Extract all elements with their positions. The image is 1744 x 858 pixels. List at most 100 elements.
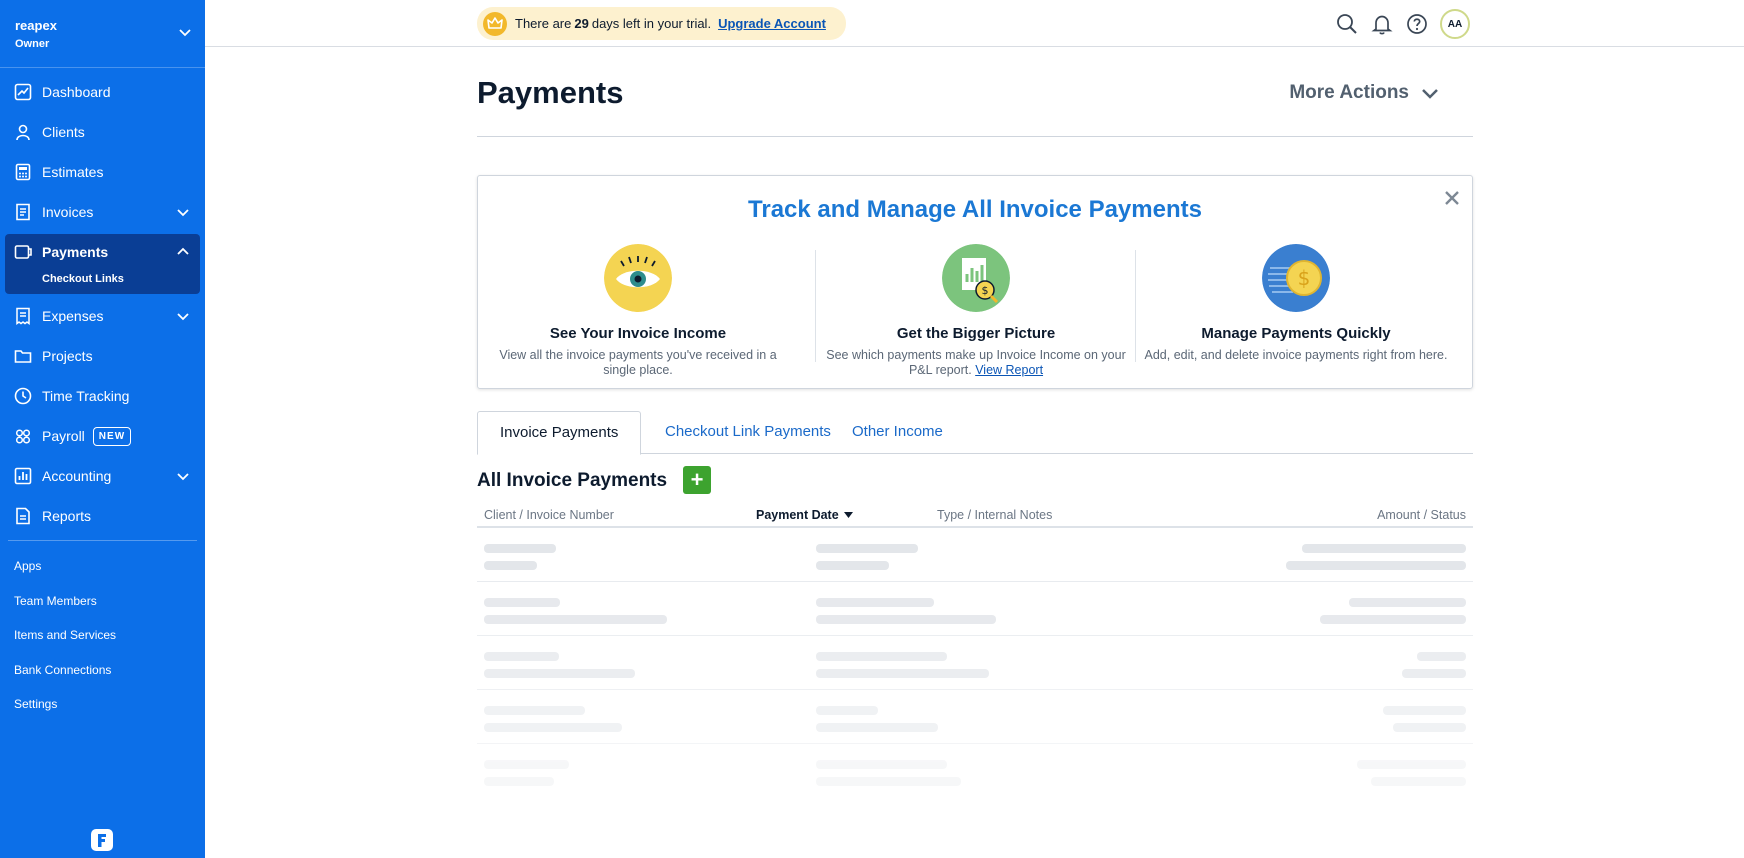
- section-header: All Invoice Payments +: [477, 454, 1473, 506]
- sidebar-item-time-tracking[interactable]: Time Tracking: [0, 376, 205, 416]
- trial-text-prefix: There are: [515, 16, 572, 31]
- payment-tabs: Invoice Payments Checkout Link Payments …: [477, 411, 1473, 455]
- sidebar-item-apps[interactable]: Apps: [0, 549, 205, 584]
- add-payment-button[interactable]: +: [683, 466, 711, 494]
- sidebar-divider: [8, 540, 197, 541]
- feature-title: Manage Payments Quickly: [1201, 325, 1391, 342]
- skeleton-placeholder: [1302, 544, 1466, 553]
- view-report-link[interactable]: View Report: [975, 363, 1043, 377]
- skeleton-placeholder: [816, 652, 947, 661]
- skeleton-placeholder: [816, 669, 989, 678]
- promo-card: Track and Manage All Invoice Payments Se…: [477, 175, 1473, 389]
- skeleton-placeholder: [816, 561, 889, 570]
- column-amount-status[interactable]: Amount / Status: [1377, 508, 1466, 522]
- skeleton-placeholder: [484, 598, 560, 607]
- skeleton-placeholder: [1393, 723, 1466, 732]
- sidebar-item-projects[interactable]: Projects: [0, 336, 205, 376]
- upgrade-account-link[interactable]: Upgrade Account: [718, 16, 826, 31]
- skeleton-placeholder: [816, 598, 934, 607]
- table-row: [477, 582, 1473, 636]
- sidebar-item-accounting[interactable]: Accounting: [0, 456, 205, 496]
- sidebar-item-payroll[interactable]: Payroll NEW: [0, 416, 205, 456]
- skeleton-placeholder: [484, 723, 622, 732]
- help-icon[interactable]: [1406, 13, 1428, 35]
- clock-icon: [14, 387, 32, 405]
- search-icon[interactable]: [1336, 13, 1358, 35]
- skeleton-placeholder: [484, 561, 537, 570]
- skeleton-placeholder: [816, 777, 961, 786]
- report-icon: [14, 507, 32, 525]
- sidebar-item-label: Estimates: [42, 164, 104, 180]
- feature-description: See which payments make up Invoice Incom…: [826, 348, 1126, 377]
- sidebar-item-label: Payroll: [42, 428, 85, 444]
- sidebar-item-invoices[interactable]: Invoices: [0, 192, 205, 232]
- feature-bigger-picture: $ Get the Bigger Picture See which payme…: [816, 244, 1136, 378]
- bell-icon[interactable]: [1371, 13, 1393, 35]
- trial-banner: There are 29 days left in your trial. Up…: [477, 7, 846, 40]
- skeleton-placeholder: [816, 760, 947, 769]
- feature-manage-payments: $ Manage Payments Quickly Add, edit, and…: [1136, 244, 1456, 363]
- column-payment-date[interactable]: Payment Date: [756, 508, 854, 522]
- table-row: [477, 690, 1473, 744]
- skeleton-placeholder: [816, 706, 878, 715]
- table-body-loading: [477, 528, 1473, 798]
- sidebar-item-items-and-services[interactable]: Items and Services: [0, 618, 205, 653]
- skeleton-placeholder: [1402, 669, 1466, 678]
- sidebar-item-payments[interactable]: Payments: [5, 234, 200, 270]
- chevron-down-icon[interactable]: [175, 204, 191, 220]
- sidebar-item-label: Dashboard: [42, 84, 111, 100]
- skeleton-placeholder: [1286, 561, 1466, 570]
- skeleton-placeholder: [484, 615, 667, 624]
- calculator-icon: [14, 163, 32, 181]
- invoice-icon: [14, 203, 32, 221]
- account-switcher[interactable]: reapex Owner: [0, 0, 205, 68]
- skeleton-placeholder: [484, 760, 569, 769]
- skeleton-placeholder: [816, 615, 996, 624]
- more-actions-button[interactable]: More Actions: [1289, 82, 1439, 104]
- sidebar-item-estimates[interactable]: Estimates: [0, 152, 205, 192]
- report-magnifier-icon: $: [942, 244, 1010, 312]
- table-row: [477, 744, 1473, 798]
- table-row: [477, 528, 1473, 582]
- sidebar-item-team-members[interactable]: Team Members: [0, 584, 205, 619]
- chevron-down-icon[interactable]: [175, 468, 191, 484]
- payments-icon: [14, 243, 32, 261]
- sidebar-item-label: Accounting: [42, 468, 112, 484]
- skeleton-placeholder: [1417, 652, 1466, 661]
- chevron-up-icon[interactable]: [175, 244, 191, 260]
- clients-icon: [14, 123, 32, 141]
- svg-text:$: $: [1298, 266, 1311, 290]
- section-title: All Invoice Payments: [477, 470, 668, 491]
- dashboard-icon: [14, 83, 32, 101]
- sidebar-item-reports[interactable]: Reports: [0, 496, 205, 536]
- skeleton-placeholder: [484, 544, 556, 553]
- skeleton-placeholder: [484, 652, 559, 661]
- feature-description: Add, edit, and delete invoice payments r…: [1144, 348, 1448, 362]
- close-icon[interactable]: [1444, 190, 1460, 206]
- table-row: [477, 636, 1473, 690]
- tab-other-income[interactable]: Other Income: [830, 411, 965, 454]
- sidebar-item-label: Payments: [42, 244, 109, 260]
- column-client-invoice[interactable]: Client / Invoice Number: [484, 508, 614, 522]
- chevron-down-icon[interactable]: [177, 24, 193, 40]
- chevron-down-icon[interactable]: [175, 308, 191, 324]
- sidebar-item-clients[interactable]: Clients: [0, 112, 205, 152]
- column-type-notes[interactable]: Type / Internal Notes: [937, 508, 1052, 522]
- tab-checkout-link-payments[interactable]: Checkout Link Payments: [643, 411, 853, 454]
- user-avatar[interactable]: AA: [1440, 9, 1470, 39]
- svg-text:$: $: [982, 284, 989, 297]
- sidebar-item-bank-connections[interactable]: Bank Connections: [0, 653, 205, 688]
- page-header: Payments More Actions: [477, 47, 1473, 137]
- new-badge: NEW: [92, 426, 132, 446]
- skeleton-placeholder: [484, 777, 554, 786]
- sidebar-item-dashboard[interactable]: Dashboard: [0, 72, 205, 112]
- sidebar-item-label: Reports: [42, 508, 92, 524]
- sidebar-subitem-checkout-links[interactable]: Checkout Links: [5, 270, 200, 288]
- tab-invoice-payments[interactable]: Invoice Payments: [477, 411, 642, 455]
- sidebar-group-payments: Payments Checkout Links: [5, 234, 200, 294]
- sidebar-item-settings[interactable]: Settings: [0, 687, 205, 722]
- sidebar-item-expenses[interactable]: Expenses: [0, 296, 205, 336]
- skeleton-placeholder: [484, 669, 635, 678]
- bar-chart-icon: [14, 467, 32, 485]
- more-actions-label: More Actions: [1289, 82, 1409, 103]
